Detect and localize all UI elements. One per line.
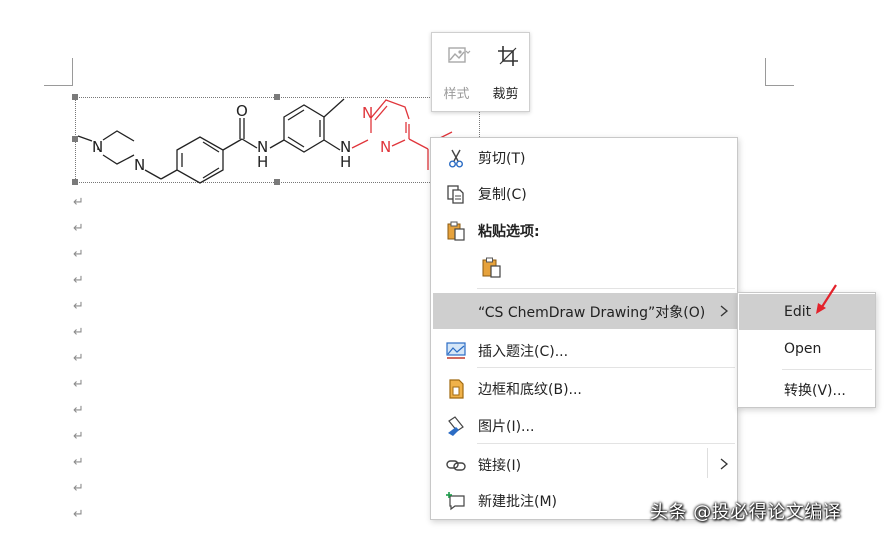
style-label: 样式 (443, 87, 470, 102)
paragraph-mark: ↵ (73, 273, 84, 288)
crop-button[interactable]: 裁剪 (481, 33, 530, 113)
chevron-right-icon (720, 305, 729, 317)
menu-item-link[interactable]: 链接(I) (431, 446, 737, 482)
menu-item-borders-shading[interactable]: 边框和底纹(B)... (431, 370, 737, 406)
paste-icon (447, 221, 465, 241)
paragraph-mark: ↵ (73, 195, 84, 210)
menu-item-copy[interactable]: 复制(C) (431, 175, 737, 211)
submenu-item-convert[interactable]: 转换(V)... (739, 370, 875, 406)
annotation-arrow-icon (816, 284, 837, 314)
paragraph-mark: ↵ (73, 325, 84, 340)
chemical-structure-drawing[interactable]: N N O N H N H N N (72, 95, 492, 187)
menu-item-insert-caption[interactable]: 插入题注(C)... (431, 332, 737, 368)
paragraph-mark: ↵ (73, 481, 84, 496)
atom-label-o: O (236, 102, 248, 120)
atom-label-h: H (257, 153, 268, 171)
paragraph-mark: ↵ (73, 221, 84, 236)
scissors-icon (448, 149, 463, 168)
submenu-item-open[interactable]: Open (739, 331, 875, 367)
atom-label-n: N (92, 138, 103, 156)
paragraph-mark: ↵ (73, 403, 84, 418)
atom-label-n: N (134, 156, 145, 174)
paragraph-mark: ↵ (73, 299, 84, 314)
menu-item-label: 边框和底纹(B)... (478, 382, 582, 398)
paragraph-mark: ↵ (73, 351, 84, 366)
watermark-text: 头条 @投必得论文编译 (650, 502, 842, 523)
split-button-divider (707, 448, 708, 478)
object-submenu: Edit Open 转换(V)... (737, 292, 876, 408)
borders-shading-icon (449, 379, 464, 399)
picture-style-icon (448, 47, 471, 63)
picture-mini-toolbar: 样式 裁剪 (431, 32, 530, 112)
menu-item-chemdraw-object[interactable]: “CS ChemDraw Drawing”对象(O) (433, 293, 737, 329)
paragraph-mark: ↵ (73, 507, 84, 522)
paragraph-mark: ↵ (73, 247, 84, 262)
context-menu: 剪切(T) 复制(C) 粘贴选项: “CS ChemDraw Drawing”对… (430, 137, 738, 520)
menu-item-label: 图片(I)... (478, 419, 535, 435)
paragraph-mark: ↵ (73, 429, 84, 444)
atom-label-h: H (340, 153, 351, 171)
copy-icon (447, 185, 464, 204)
document-page: ↵ ↵ ↵ ↵ ↵ ↵ ↵ ↵ ↵ ↵ ↵ ↵ ↵ N N O N H N H … (0, 0, 895, 539)
page-corner-mark-top-left (44, 58, 73, 86)
paragraph-mark: ↵ (73, 377, 84, 392)
submenu-item-edit[interactable]: Edit (739, 294, 875, 330)
menu-item-label: 剪切(T) (478, 151, 526, 167)
format-picture-icon (448, 416, 464, 436)
atom-label-n: N (380, 138, 391, 156)
menu-item-label: “CS ChemDraw Drawing”对象(O) (478, 305, 706, 321)
menu-item-label: 链接(I) (478, 458, 522, 474)
submenu-item-label: Open (784, 341, 822, 357)
menu-item-cut[interactable]: 剪切(T) (431, 139, 737, 175)
menu-item-picture[interactable]: 图片(I)... (431, 407, 737, 443)
menu-item-label: 复制(C) (478, 187, 527, 203)
paragraph-mark: ↵ (73, 455, 84, 470)
menu-item-label: 插入题注(C)... (478, 344, 569, 360)
submenu-item-label: 转换(V)... (784, 383, 846, 399)
new-comment-icon (446, 492, 465, 511)
insert-caption-icon (446, 342, 466, 359)
paste-keep-format-button[interactable] (480, 256, 504, 280)
atom-label-n: N (362, 104, 373, 122)
menu-separator (477, 288, 735, 289)
menu-item-label: 新建批注(M) (478, 494, 558, 510)
crop-icon (498, 46, 518, 66)
menu-item-label: 粘贴选项: (478, 224, 540, 240)
submenu-item-label: Edit (784, 304, 812, 320)
crop-label: 裁剪 (492, 87, 519, 102)
menu-header-paste-options: 粘贴选项: (431, 212, 737, 248)
menu-separator (477, 367, 735, 368)
menu-separator (477, 443, 735, 444)
style-button[interactable]: 样式 (432, 33, 481, 113)
page-corner-mark-top-right (765, 58, 794, 86)
chevron-right-icon (720, 458, 729, 470)
link-icon (446, 460, 466, 471)
